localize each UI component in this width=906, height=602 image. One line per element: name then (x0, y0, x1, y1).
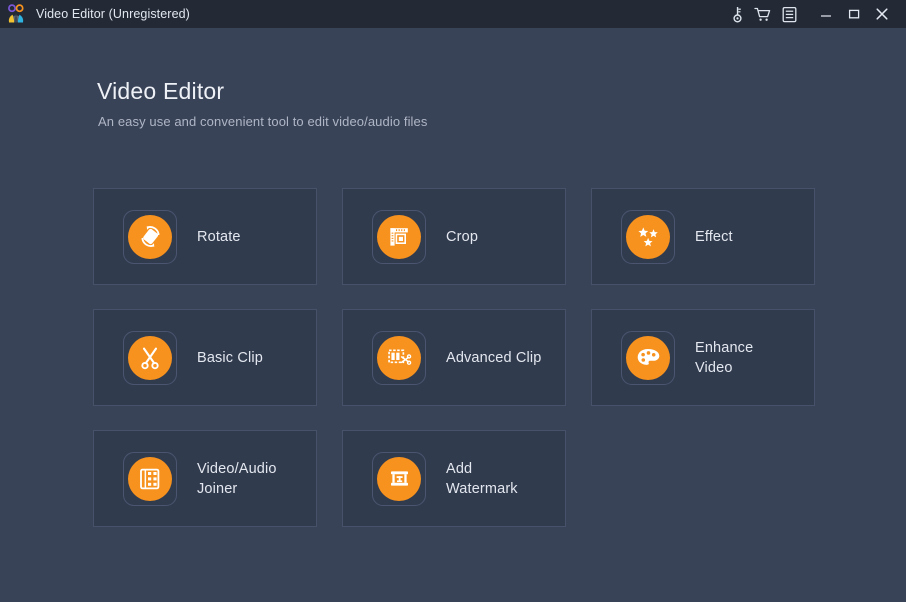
tool-card-basic-clip[interactable]: Basic Clip (93, 309, 317, 406)
icon-frame (123, 330, 177, 385)
tool-card-video-audio-joiner[interactable]: Video/Audio Joiner (93, 430, 317, 527)
tool-card-add-watermark[interactable]: Add Watermark (342, 430, 566, 527)
main-content: Video Editor An easy use and convenient … (0, 28, 906, 602)
page-subtitle: An easy use and convenient tool to edit … (98, 114, 428, 129)
app-logo-icon (8, 4, 24, 23)
tool-card-enhance-video[interactable]: Enhance Video (591, 309, 815, 406)
page-heading: Video Editor An easy use and convenient … (97, 78, 427, 129)
shopping-cart-icon[interactable] (750, 0, 776, 28)
tool-label: Add Watermark (446, 460, 518, 497)
minimize-button[interactable] (812, 0, 840, 28)
tool-label: Enhance Video (695, 339, 754, 376)
tool-grid: Rotate Crop Effect Basic Clip Advanced C… (93, 188, 819, 527)
tool-card-advanced-clip[interactable]: Advanced Clip (342, 309, 566, 406)
menu-list-icon[interactable] (776, 0, 802, 28)
tool-label: Video/Audio Joiner (197, 460, 277, 497)
titlebar-divider-gap (802, 0, 812, 28)
tool-label: Crop (446, 228, 479, 245)
tool-label: Advanced Clip (446, 349, 542, 366)
icon-frame (123, 451, 177, 506)
tool-card-crop[interactable]: Crop (342, 188, 566, 285)
stars-effect-icon (626, 214, 670, 259)
filmstrip-scissors-icon (377, 335, 421, 380)
icon-frame (372, 209, 426, 264)
icon-frame (372, 330, 426, 385)
crop-icon (377, 214, 421, 259)
watermark-stamp-icon (377, 456, 421, 501)
maximize-button[interactable] (840, 0, 868, 28)
icon-frame (621, 330, 675, 385)
tool-card-rotate[interactable]: Rotate (93, 188, 317, 285)
close-button[interactable] (868, 0, 896, 28)
window-titlebar: Video Editor (Unregistered) (0, 0, 906, 28)
scissors-icon (128, 335, 172, 380)
tool-label: Effect (695, 228, 733, 245)
tool-label: Rotate (197, 228, 241, 245)
tool-label: Basic Clip (197, 349, 263, 366)
page-title: Video Editor (97, 78, 225, 104)
titlebar-right-gap (896, 0, 906, 28)
icon-frame (372, 451, 426, 506)
register-key-icon[interactable] (724, 0, 750, 28)
tool-card-effect[interactable]: Effect (591, 188, 815, 285)
window-title: Video Editor (Unregistered) (36, 7, 190, 21)
rotate-icon (128, 214, 172, 259)
icon-frame (123, 209, 177, 264)
icon-frame (621, 209, 675, 264)
paint-palette-icon (626, 335, 670, 380)
filmstrip-join-icon (128, 456, 172, 501)
